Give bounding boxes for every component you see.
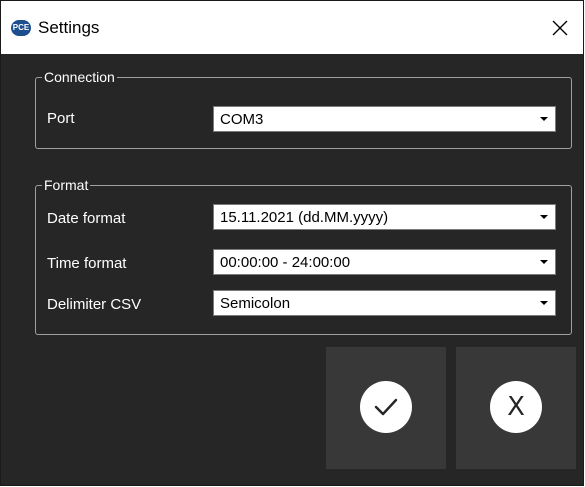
- port-dropdown-arrow[interactable]: [532, 107, 555, 131]
- cancel-circle: X: [490, 381, 542, 433]
- settings-window: PCE Settings Connection Port COM3 Format…: [0, 0, 584, 486]
- port-value: COM3: [220, 111, 264, 128]
- settings-content: Connection Port COM3 Format Date format …: [1, 54, 583, 485]
- close-button[interactable]: [537, 9, 583, 47]
- date-format-dropdown-arrow[interactable]: [532, 205, 555, 229]
- delimiter-csv-dropdown-arrow[interactable]: [532, 291, 555, 315]
- delimiter-csv-label: Delimiter CSV: [47, 296, 142, 313]
- cancel-button[interactable]: X: [456, 347, 576, 469]
- confirm-button[interactable]: [326, 347, 446, 469]
- port-dropdown[interactable]: COM3: [213, 106, 556, 132]
- time-format-dropdown-arrow[interactable]: [532, 250, 555, 274]
- chevron-down-icon: [540, 117, 548, 121]
- date-format-label: Date format: [47, 210, 126, 227]
- window-title: Settings: [38, 18, 100, 37]
- time-format-dropdown[interactable]: 00:00:00 - 24:00:00: [213, 249, 556, 275]
- date-format-value: 15.11.2021 (dd.MM.yyyy): [220, 209, 389, 226]
- connection-legend: Connection: [42, 68, 117, 86]
- port-label: Port: [47, 110, 75, 127]
- delimiter-csv-dropdown[interactable]: Semicolon: [213, 290, 556, 316]
- time-format-value: 00:00:00 - 24:00:00: [220, 254, 351, 271]
- time-format-label: Time format: [47, 255, 127, 272]
- delimiter-csv-value: Semicolon: [220, 295, 291, 312]
- chevron-down-icon: [540, 301, 548, 305]
- confirm-circle: [360, 381, 412, 433]
- chevron-down-icon: [540, 260, 548, 264]
- chevron-down-icon: [540, 215, 548, 219]
- format-legend: Format: [42, 176, 91, 194]
- title-bar: PCE Settings: [1, 1, 583, 54]
- checkmark-icon: [374, 398, 398, 416]
- pce-logo-icon: PCE: [11, 20, 31, 36]
- date-format-dropdown[interactable]: 15.11.2021 (dd.MM.yyyy): [213, 204, 556, 230]
- cancel-x-icon: X: [507, 392, 525, 422]
- close-icon: [552, 20, 568, 36]
